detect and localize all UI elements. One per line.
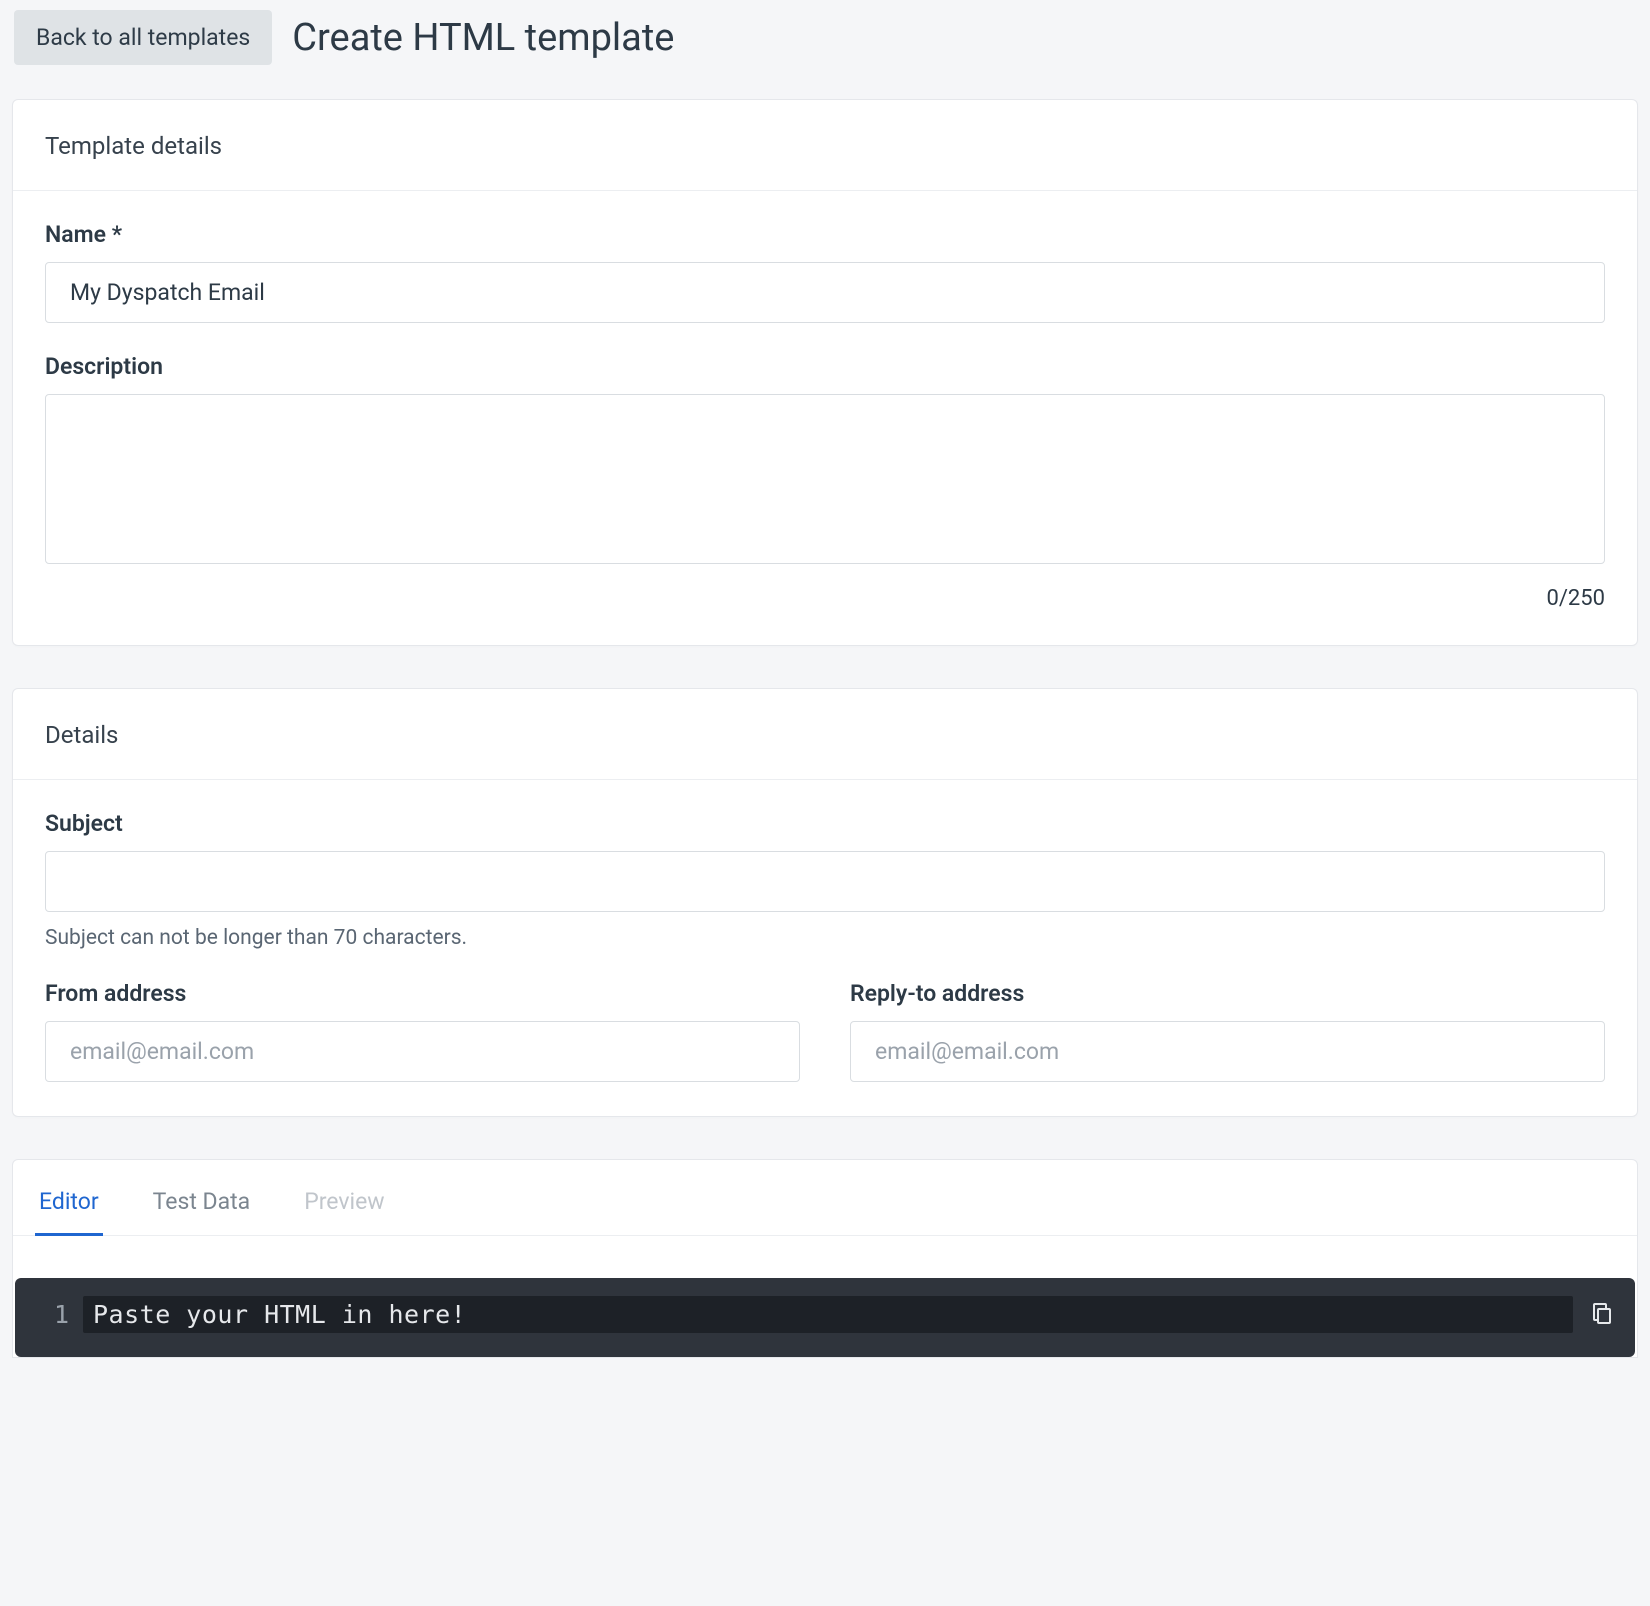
editor-card: Editor Test Data Preview 1 Paste your HT… <box>12 1159 1638 1358</box>
code-editor[interactable]: 1 Paste your HTML in here! <box>15 1278 1635 1357</box>
code-line[interactable]: Paste your HTML in here! <box>83 1296 1573 1333</box>
details-title: Details <box>13 689 1637 780</box>
tab-editor[interactable]: Editor <box>35 1180 103 1236</box>
details-card: Details Subject Subject can not be longe… <box>12 688 1638 1117</box>
line-number: 1 <box>33 1296 83 1329</box>
description-label: Description <box>45 353 1605 380</box>
description-char-count: 0/250 <box>45 586 1605 611</box>
subject-helper-text: Subject can not be longer than 70 charac… <box>45 926 1605 950</box>
reply-to-address-input[interactable] <box>850 1021 1605 1082</box>
template-details-card: Template details Name * Description 0/25… <box>12 99 1638 646</box>
subject-input[interactable] <box>45 851 1605 912</box>
tab-preview[interactable]: Preview <box>300 1180 388 1236</box>
reply-to-address-label: Reply-to address <box>850 980 1605 1007</box>
editor-tabs: Editor Test Data Preview <box>13 1160 1637 1236</box>
name-label: Name * <box>45 221 1605 248</box>
subject-label: Subject <box>45 810 1605 837</box>
page-title: Create HTML template <box>292 16 674 60</box>
back-to-templates-button[interactable]: Back to all templates <box>14 10 272 65</box>
description-textarea[interactable] <box>45 394 1605 564</box>
tab-test-data[interactable]: Test Data <box>149 1180 255 1236</box>
name-input[interactable] <box>45 262 1605 323</box>
from-address-input[interactable] <box>45 1021 800 1082</box>
template-details-title: Template details <box>13 100 1637 191</box>
copy-icon[interactable] <box>1573 1296 1617 1326</box>
from-address-label: From address <box>45 980 800 1007</box>
